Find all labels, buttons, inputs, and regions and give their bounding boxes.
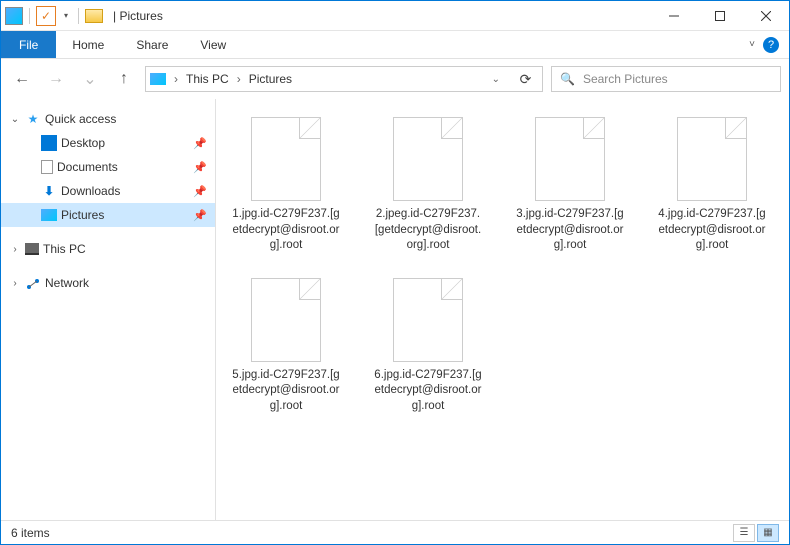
file-item[interactable]: 6.jpg.id-C279F237.[getdecrypt@disroot.or… (372, 278, 484, 415)
breadcrumb-sep: › (174, 72, 178, 86)
maximize-button[interactable] (697, 1, 743, 31)
pin-icon: 📌 (193, 161, 207, 174)
search-placeholder: Search Pictures (583, 72, 668, 86)
desktop-icon (41, 135, 57, 151)
pc-icon (25, 243, 39, 255)
breadcrumb-pictures[interactable]: Pictures (249, 72, 292, 86)
file-name: 5.jpg.id-C279F237.[getdecrypt@disroot.or… (230, 368, 342, 415)
ribbon: File Home Share View ˅ ? (1, 31, 789, 59)
breadcrumb-this-pc[interactable]: This PC (186, 72, 229, 86)
sidebar-item-label: Documents (57, 160, 118, 174)
qat-divider2 (78, 8, 79, 24)
help-icon[interactable]: ? (763, 37, 779, 53)
address-row: ← → ⌄ ↑ › This PC › Pictures ⌄ ⟳ 🔍 Searc… (1, 59, 789, 99)
title-bar: ✓ ▾ | Pictures (1, 1, 789, 31)
document-icon (41, 160, 53, 174)
sidebar-item-desktop[interactable]: Desktop 📌 (1, 131, 215, 155)
chevron-right-icon[interactable]: › (9, 278, 21, 289)
tab-view[interactable]: View (184, 31, 242, 58)
window-controls (651, 1, 789, 31)
sidebar-item-downloads[interactable]: ⬇ Downloads 📌 (1, 179, 215, 203)
file-icon (251, 278, 321, 362)
ribbon-expand-icon[interactable]: ˅ (749, 39, 755, 50)
sidebar-quick-access[interactable]: ⌄ ★ Quick access (1, 107, 215, 131)
sidebar-item-documents[interactable]: Documents 📌 (1, 155, 215, 179)
qat-customize-icon[interactable]: ▾ (60, 11, 72, 20)
file-tab[interactable]: File (1, 31, 56, 58)
sidebar-item-label: This PC (43, 242, 86, 256)
sidebar-this-pc[interactable]: › This PC (1, 237, 215, 261)
back-button[interactable]: ← (9, 66, 35, 92)
file-item[interactable]: 1.jpg.id-C279F237.[getdecrypt@disroot.or… (230, 117, 342, 254)
sidebar-item-label: Network (45, 276, 89, 290)
file-icon (393, 117, 463, 201)
address-bar[interactable]: › This PC › Pictures ⌄ ⟳ (145, 66, 543, 92)
sidebar-item-label: Quick access (45, 112, 116, 126)
breadcrumb-sep: › (237, 72, 241, 86)
refresh-button[interactable]: ⟳ (512, 66, 538, 92)
file-item[interactable]: 4.jpg.id-C279F237.[getdecrypt@disroot.or… (656, 117, 768, 254)
pin-icon: 📌 (193, 185, 207, 198)
download-icon: ⬇ (41, 183, 57, 199)
tab-home[interactable]: Home (56, 31, 120, 58)
file-name: 6.jpg.id-C279F237.[getdecrypt@disroot.or… (372, 368, 484, 415)
sidebar-item-pictures[interactable]: Pictures 📌 (1, 203, 215, 227)
file-item[interactable]: 2.jpeg.id-C279F237.[getdecrypt@disroot.o… (372, 117, 484, 254)
file-icon (677, 117, 747, 201)
navigation-pane: ⌄ ★ Quick access Desktop 📌 Documents 📌 ⬇… (1, 99, 216, 520)
minimize-button[interactable] (651, 1, 697, 31)
sidebar-network[interactable]: › Network (1, 271, 215, 295)
pictures-icon (41, 209, 57, 221)
details-view-button[interactable]: ☰ (733, 524, 755, 542)
file-icon (535, 117, 605, 201)
main-area: ⌄ ★ Quick access Desktop 📌 Documents 📌 ⬇… (1, 99, 789, 520)
search-icon: 🔍 (560, 72, 575, 86)
search-input[interactable]: 🔍 Search Pictures (551, 66, 781, 92)
file-list[interactable]: 1.jpg.id-C279F237.[getdecrypt@disroot.or… (216, 99, 789, 520)
sidebar-item-label: Downloads (61, 184, 120, 198)
chevron-right-icon[interactable]: › (9, 244, 21, 255)
sidebar-item-label: Pictures (61, 208, 104, 222)
pin-icon: 📌 (193, 137, 207, 150)
close-button[interactable] (743, 1, 789, 31)
file-name: 1.jpg.id-C279F237.[getdecrypt@disroot.or… (230, 207, 342, 254)
file-name: 3.jpg.id-C279F237.[getdecrypt@disroot.or… (514, 207, 626, 254)
forward-button[interactable]: → (43, 66, 69, 92)
location-icon (150, 73, 166, 85)
file-item[interactable]: 3.jpg.id-C279F237.[getdecrypt@disroot.or… (514, 117, 626, 254)
file-item[interactable]: 5.jpg.id-C279F237.[getdecrypt@disroot.or… (230, 278, 342, 415)
title-bar-left: ✓ ▾ | Pictures (1, 6, 167, 26)
qat-divider (29, 8, 30, 24)
up-button[interactable]: ↑ (111, 66, 137, 92)
pin-icon: 📌 (193, 209, 207, 222)
app-icon[interactable] (5, 7, 23, 25)
address-dropdown-icon[interactable]: ⌄ (486, 74, 506, 85)
file-name: 4.jpg.id-C279F237.[getdecrypt@disroot.or… (656, 207, 768, 254)
sidebar-item-label: Desktop (61, 136, 105, 150)
item-count: 6 items (11, 526, 50, 540)
view-switcher: ☰ ▦ (733, 524, 779, 542)
recent-locations-icon[interactable]: ⌄ (77, 66, 103, 92)
file-icon (393, 278, 463, 362)
window-title: | Pictures (113, 9, 163, 23)
status-bar: 6 items ☰ ▦ (1, 520, 789, 544)
chevron-down-icon[interactable]: ⌄ (9, 114, 21, 125)
thumbnails-view-button[interactable]: ▦ (757, 524, 779, 542)
folder-icon (85, 9, 103, 23)
tab-share[interactable]: Share (120, 31, 184, 58)
file-icon (251, 117, 321, 201)
qat-properties-icon[interactable]: ✓ (36, 6, 56, 26)
star-icon: ★ (25, 111, 41, 127)
file-name: 2.jpeg.id-C279F237.[getdecrypt@disroot.o… (372, 207, 484, 254)
network-icon (25, 275, 41, 291)
